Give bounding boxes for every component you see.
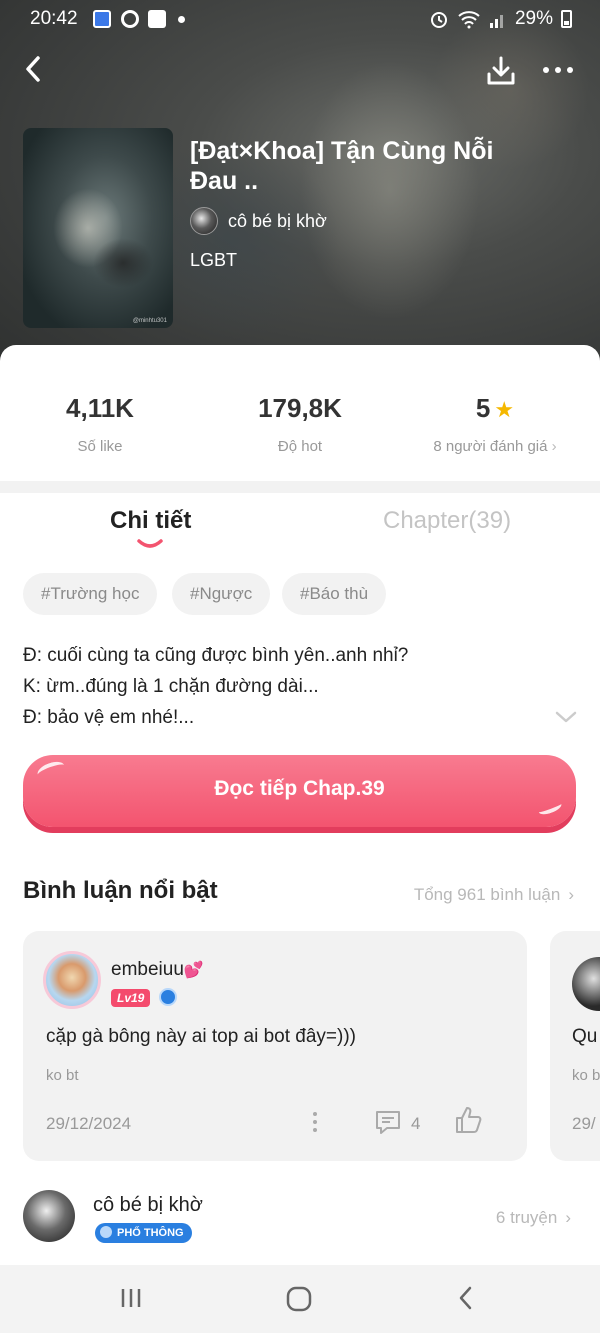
rating-label-row: 8 người đánh giá ›: [395, 438, 595, 455]
hot-label: Độ hot: [277, 438, 323, 455]
chrome-notification-icon: [121, 10, 139, 28]
story-header: 20:42 29% @minhtu301 [Đạt×Khoa] Tận Cùng…: [0, 0, 600, 380]
more-notifications-icon: [178, 16, 185, 23]
rating-label: 8 người đánh giá: [433, 438, 548, 455]
download-icon[interactable]: [484, 54, 518, 88]
story-title: [Đạt×Khoa] Tận Cùng Nỗi Đau ..: [190, 137, 494, 195]
button-shine: [35, 758, 67, 782]
author-card[interactable]: cô bé bị khờ PHỔ THÔNG 6 truyện ›: [23, 1190, 583, 1250]
more-options-icon[interactable]: [540, 60, 576, 80]
likes-value: 4,11K: [66, 393, 134, 423]
author-link[interactable]: cô bé bị khờ: [190, 207, 327, 235]
comment-reply-preview: ko b: [572, 1067, 600, 1084]
rating-value: 5: [475, 393, 491, 423]
commenter-avatar[interactable]: [572, 957, 600, 1011]
status-bar: 20:42 29%: [0, 0, 600, 40]
comment-date: 29/12/2024: [46, 1114, 132, 1133]
heart-icon: 💕: [183, 962, 204, 979]
member-badge-icon: [159, 988, 177, 1006]
level-badge: Lv19: [111, 989, 151, 1007]
chevron-down-icon[interactable]: [554, 710, 578, 724]
comment-card[interactable]: embeiuu💕 Lv19 cặp gà bông này ai top ai …: [23, 931, 527, 1161]
commenter-name: embeiuu: [111, 959, 184, 980]
reply-count: 4: [411, 1114, 421, 1133]
recent-apps-icon[interactable]: [118, 1285, 144, 1311]
rating-value-row: 5 ★: [395, 393, 595, 424]
stats-row: 4,11K Số like 179,8K Độ hot 5 ★ 8 người đ…: [0, 345, 600, 481]
more-vertical-icon[interactable]: [311, 1111, 319, 1133]
chevron-right-icon: ›: [565, 1208, 571, 1227]
commenter-name-row[interactable]: embeiuu💕: [111, 959, 204, 981]
button-shine: [537, 799, 563, 817]
author-avatar: [190, 207, 218, 235]
system-back-icon[interactable]: [455, 1285, 477, 1311]
comment-text: cặp gà bông này ai top ai bot đây=))): [46, 1026, 357, 1047]
section-divider: [0, 481, 600, 493]
home-icon[interactable]: [285, 1285, 313, 1313]
chevron-right-icon: ›: [568, 885, 574, 904]
author-rank-badge: PHỔ THÔNG: [95, 1223, 192, 1243]
continue-reading-button[interactable]: Đọc tiếp Chap.39: [23, 755, 576, 827]
likes-label: Số like: [77, 438, 123, 455]
author-name: cô bé bị khờ: [228, 210, 327, 231]
tab-active-indicator: [137, 539, 163, 548]
description-line: Đ: cuối cùng ta cũng được bình yên..anh …: [23, 645, 409, 666]
back-arrow-icon[interactable]: [20, 52, 50, 86]
tag-chip[interactable]: #Trường học: [23, 573, 158, 615]
tab-chapters[interactable]: Chapter(39): [383, 507, 511, 535]
author-name: cô bé bị khờ: [93, 1194, 203, 1216]
tag-chip[interactable]: #Báo thù: [282, 573, 387, 615]
comment-card[interactable]: Qu ko b 29/: [550, 931, 600, 1161]
author-stories-link[interactable]: 6 truyện ›: [496, 1208, 571, 1228]
system-navigation-bar: [0, 1265, 600, 1333]
shop-notification-icon: [148, 10, 166, 28]
hot-value: 179,8K: [258, 393, 342, 423]
tag-chip[interactable]: #Ngược: [172, 573, 271, 615]
stat-rating[interactable]: 5 ★ 8 người đánh giá ›: [395, 393, 595, 455]
all-comments-link[interactable]: Tổng 961 bình luận ›: [414, 885, 574, 905]
battery-percent: 29%: [514, 8, 553, 29]
story-genre[interactable]: LGBT: [190, 250, 237, 271]
comment-date: 29/: [572, 1114, 596, 1133]
stat-likes: 4,11K Số like: [0, 393, 200, 455]
status-time: 20:42: [30, 8, 78, 29]
docs-notification-icon: [93, 10, 111, 28]
commenter-avatar[interactable]: [43, 951, 101, 1009]
comment-icon[interactable]: [374, 1108, 402, 1136]
cover-art-shadow: [93, 238, 153, 288]
story-cover[interactable]: @minhtu301: [23, 128, 173, 328]
total-comments: Tổng 961 bình luận: [413, 885, 561, 904]
status-right: 29%: [429, 8, 572, 30]
wifi-icon: [458, 11, 480, 29]
battery-icon: [561, 10, 572, 28]
story-detail-sheet: 4,11K Số like 179,8K Độ hot 5 ★ 8 người đ…: [0, 345, 600, 1265]
stat-hot: 179,8K Độ hot: [200, 393, 400, 455]
description-line: K: ừm..đúng là 1 chặn đường dài...: [23, 676, 319, 697]
author-story-count: 6 truyện: [495, 1208, 558, 1227]
comment-text: Qu: [572, 1026, 598, 1047]
continue-reading-label: Đọc tiếp Chap.39: [214, 777, 385, 800]
alarm-icon: [430, 12, 447, 28]
story-description: Đ: cuối cùng ta cũng được bình yên..anh …: [23, 640, 523, 733]
featured-comments-title: Bình luận nổi bật: [23, 877, 218, 904]
chevron-right-icon: ›: [551, 438, 557, 455]
comment-reply-preview: ko bt: [46, 1067, 79, 1084]
tab-detail[interactable]: Chi tiết: [110, 507, 191, 535]
star-icon: ★: [494, 397, 515, 422]
description-line: Đ: bảo vệ em nhé!...: [23, 707, 195, 728]
signal-icon: [489, 15, 503, 28]
author-avatar[interactable]: [23, 1190, 75, 1242]
cover-watermark: @minhtu301: [132, 318, 167, 324]
thumbs-up-icon[interactable]: [453, 1105, 483, 1135]
